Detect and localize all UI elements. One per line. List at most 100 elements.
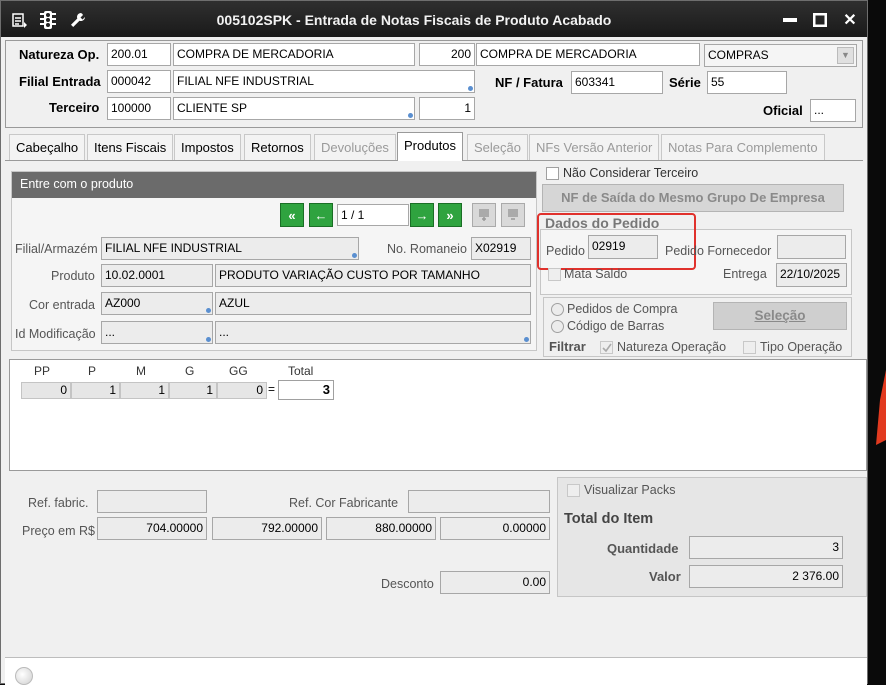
next-record-button[interactable]: → (410, 203, 434, 227)
selecao-button[interactable]: Seleção (713, 302, 847, 330)
minimize-button[interactable] (777, 9, 803, 31)
serie-label: Série (669, 75, 701, 90)
nf-saida-button[interactable]: NF de Saída do Mesmo Grupo De Empresa (542, 184, 844, 212)
filtrar-label: Filtrar (549, 339, 586, 354)
natureza-type-text: COMPRAS (708, 48, 769, 62)
window-title: 005102SPK - Entrada de Notas Fiscais de … (216, 12, 612, 28)
tab-retornos[interactable]: Retornos (244, 134, 311, 160)
tab-nfs-versao-anterior[interactable]: NFs Versão Anterior (529, 134, 660, 160)
filial-desc-field[interactable]: FILIAL NFE INDUSTRIAL (173, 70, 475, 93)
title-bar: 005102SPK - Entrada de Notas Fiscais de … (1, 1, 867, 37)
traffic-light-icon[interactable] (37, 9, 59, 31)
filial-armazem-field[interactable]: FILIAL NFE INDUSTRIAL (101, 237, 359, 260)
valor-label: Valor (649, 569, 681, 584)
produto-panel-title: Entre com o produto (12, 172, 536, 198)
first-record-button[interactable]: « (280, 203, 304, 227)
tab-produtos[interactable]: Produtos (397, 132, 464, 161)
visualizar-packs-label: Visualizar Packs (584, 483, 676, 497)
serie-field[interactable]: 55 (707, 71, 787, 94)
filial-code-field[interactable]: 000042 (107, 70, 171, 93)
tab-impostos[interactable]: Impostos (174, 134, 241, 160)
size-header-m: M (136, 364, 146, 378)
size-qty-gg[interactable]: 0 (217, 382, 267, 399)
radio-pedidos-label: Pedidos de Compra (567, 302, 678, 316)
ref-fabric-label: Ref. fabric. (28, 496, 89, 510)
nao-considerar-label: Não Considerar Terceiro (563, 166, 699, 180)
radio-codigo-barras[interactable] (551, 320, 564, 333)
radio-pedidos-compra[interactable] (551, 303, 564, 316)
size-qty-pp[interactable]: 0 (21, 382, 71, 399)
produto-label: Produto (51, 269, 95, 283)
visualizar-packs-checkbox[interactable] (567, 484, 580, 497)
idmod-label: Id Modificação (15, 327, 96, 341)
terceiro-label: Terceiro (49, 100, 100, 115)
romaneio-field[interactable]: X02919 (471, 237, 531, 260)
chevron-down-icon[interactable]: ▼ (837, 47, 854, 64)
filial-label: Filial Entrada (19, 74, 101, 89)
size-qty-g[interactable]: 1 (169, 382, 217, 399)
entrega-field[interactable]: 22/10/2025 (776, 263, 847, 287)
terceiro-desc-text: CLIENTE SP (177, 101, 248, 115)
pedido-fornecedor-field[interactable] (777, 235, 846, 259)
background-accent-shape (876, 370, 886, 445)
radio-codigo-label: Código de Barras (567, 319, 665, 333)
size-header-pp: PP (34, 364, 51, 378)
terceiro-num-field[interactable]: 1 (419, 97, 475, 120)
terceiro-desc-field[interactable]: CLIENTE SP (173, 97, 415, 120)
tab-devolucoes[interactable]: Devoluções (314, 134, 396, 160)
mata-saldo-checkbox[interactable] (548, 268, 561, 281)
tab-selecao[interactable]: Seleção (467, 134, 528, 160)
nf-field[interactable]: 603341 (571, 71, 663, 94)
produto-desc-field[interactable]: PRODUTO VARIAÇÃO CUSTO POR TAMANHO (215, 264, 531, 287)
size-header-total: Total (288, 364, 314, 378)
size-header-g: G (185, 364, 195, 378)
cor-label: Cor entrada (29, 298, 96, 312)
last-record-button[interactable]: » (438, 203, 462, 227)
main-window: 005102SPK - Entrada de Notas Fiscais de … (0, 0, 868, 685)
cor-code-text: AZ000 (105, 296, 141, 310)
natureza-num-field[interactable]: 200 (419, 43, 475, 66)
cor-desc-field[interactable]: AZUL (215, 292, 531, 315)
wrench-icon[interactable] (67, 9, 89, 31)
desconto-field[interactable]: 0.00 (440, 571, 550, 594)
ref-fabric-field[interactable] (97, 490, 207, 513)
tab-cabecalho[interactable]: Cabeçalho (9, 134, 86, 160)
oficial-label: Oficial (763, 103, 803, 118)
cor-code-field[interactable]: AZ000 (101, 292, 213, 315)
terceiro-code-field[interactable]: 100000 (107, 97, 171, 120)
preco-label: Preço em R$ (22, 524, 95, 538)
size-total-field: 3 (278, 380, 334, 400)
tab-notas-complemento[interactable]: Notas Para Complemento (661, 134, 825, 160)
maximize-button[interactable] (807, 9, 833, 31)
natureza-type-select[interactable]: COMPRAS ▼ (704, 44, 857, 67)
natureza-code-field[interactable]: 200.01 (107, 43, 171, 66)
preco-field-3[interactable]: 880.00000 (326, 517, 436, 540)
produto-code-field[interactable]: 10.02.0001 (101, 264, 213, 287)
size-qty-m[interactable]: 1 (120, 382, 169, 399)
idmod-desc-field[interactable]: ... (215, 321, 531, 344)
nf-label: NF / Fatura (495, 75, 563, 90)
entrega-label: Entrega (723, 267, 767, 281)
natureza-desc-field[interactable]: COMPRA DE MERCADORIA (173, 43, 415, 66)
tipo-op-checkbox[interactable] (743, 341, 756, 354)
close-button[interactable]: ✕ (837, 9, 863, 31)
tab-itens-fiscais[interactable]: Itens Fiscais (87, 134, 174, 160)
natureza-op-checkbox[interactable] (600, 341, 613, 354)
nao-considerar-checkbox[interactable] (546, 167, 559, 180)
remove-item-icon[interactable] (501, 203, 525, 227)
add-item-icon[interactable] (472, 203, 496, 227)
natureza-desc2-field[interactable]: COMPRA DE MERCADORIA (476, 43, 700, 66)
preco-field-1[interactable]: 704.00000 (97, 517, 207, 540)
idmod-code-field[interactable]: ... (101, 321, 213, 344)
prev-record-button[interactable]: ← (309, 203, 333, 227)
preco-field-2[interactable]: 792.00000 (212, 517, 322, 540)
status-bar (5, 657, 867, 685)
natureza-label: Natureza Op. (19, 47, 100, 62)
preco-field-4[interactable]: 0.00000 (440, 517, 550, 540)
size-qty-p[interactable]: 1 (71, 382, 120, 399)
oficial-field[interactable]: ... (810, 99, 856, 122)
ref-cor-field[interactable] (408, 490, 550, 513)
form-icon[interactable] (9, 9, 31, 31)
pager-field[interactable]: 1 / 1 (337, 204, 409, 226)
natureza-desc-text: COMPRA DE MERCADORIA (177, 47, 334, 61)
